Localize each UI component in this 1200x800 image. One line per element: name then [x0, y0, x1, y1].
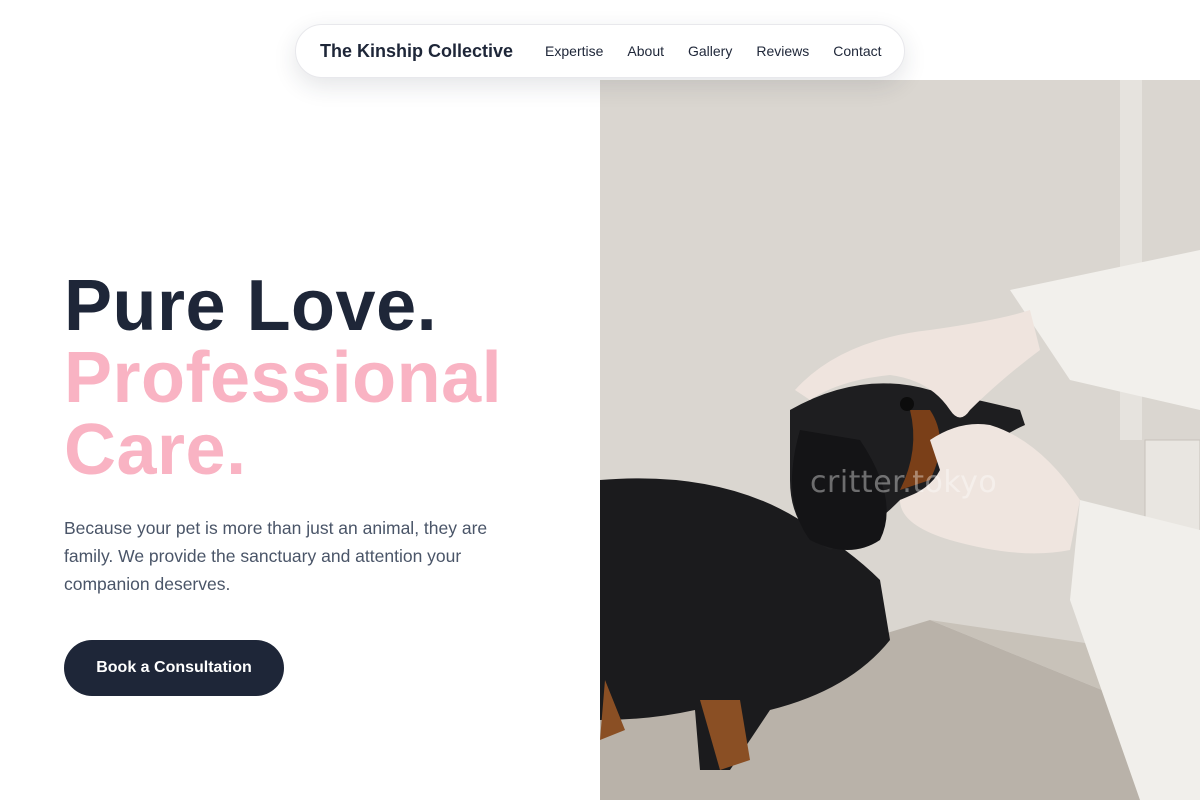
nav-link-reviews[interactable]: Reviews: [756, 43, 809, 59]
hero-photo: critter.tokyo: [600, 80, 1200, 800]
hero-heading: Pure Love. Professional Care.: [64, 270, 564, 486]
top-navigation: The Kinship Collective Expertise About G…: [295, 24, 905, 78]
hero-description: Because your pet is more than just an an…: [64, 518, 488, 594]
photo-watermark: critter.tokyo: [810, 465, 998, 500]
brand-logo-text[interactable]: The Kinship Collective: [320, 41, 513, 62]
nav-link-expertise[interactable]: Expertise: [545, 43, 603, 59]
hero-heading-line-3: Care.: [64, 410, 247, 490]
hero-heading-line-1: Pure Love.: [64, 266, 438, 346]
nav-link-contact[interactable]: Contact: [833, 43, 881, 59]
hero-text: Pure Love. Professional Care. Because yo…: [64, 270, 564, 696]
vet-dog-illustration: [600, 80, 1200, 800]
nav-links: Expertise About Gallery Reviews Contact: [545, 43, 881, 59]
book-consultation-button[interactable]: Book a Consultation: [64, 640, 284, 696]
hero-heading-line-2: Professional: [64, 338, 503, 418]
nav-link-gallery[interactable]: Gallery: [688, 43, 732, 59]
nav-link-about[interactable]: About: [627, 43, 664, 59]
